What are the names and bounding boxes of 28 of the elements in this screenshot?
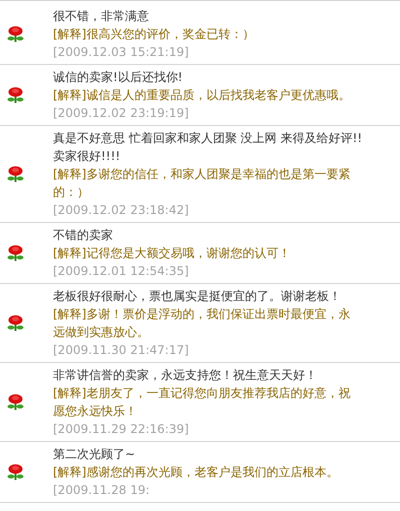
review-comment: 第二次光顾了~ <box>53 446 136 463</box>
seller-reply: [解释]老朋友了，一直记得您向朋友推荐我店的好意，祝愿您永远快乐！ <box>53 385 351 420</box>
review-date: [2009.11.29 22:16:39] <box>53 421 190 438</box>
seller-reply: [解释]感谢您的再次光顾，老客户是我们的立店根本。 <box>53 464 340 481</box>
flower-icon <box>7 166 24 182</box>
review-comment: 不错的卖家 <box>53 227 114 244</box>
flower-icon <box>7 245 24 261</box>
review-date: [2009.11.28 19: <box>53 482 151 499</box>
review-date: [2009.12.02 23:19:19] <box>53 105 190 122</box>
review-comment: 诚信的卖家!以后还找你! <box>53 69 184 86</box>
review-comment: 很不错，非常满意 <box>53 8 150 25</box>
flower-icon <box>7 26 24 42</box>
flower-icon <box>7 464 24 480</box>
seller-reply: [解释]诚信是人的重要品质，以后找我老客户更优惠哦。 <box>53 87 351 104</box>
review-date: [2009.11.30 21:47:17] <box>53 342 190 359</box>
review-comment: 老板很好很耐心，票也属实是挺便宜的了。谢谢老板！ <box>53 288 342 305</box>
seller-reply: [解释]多谢！票价是浮动的，我们保证出票时最便宜，永远做到实惠放心。 <box>53 306 351 341</box>
review-date: [2009.12.03 15:21:19] <box>53 44 190 61</box>
seller-reply: [解释]多谢您的信任，和家人团聚是幸福的也是第一要紧的：） <box>53 166 351 201</box>
flower-icon <box>7 394 24 410</box>
flower-icon <box>7 315 24 331</box>
review-date: [2009.12.01 12:54:35] <box>53 263 190 280</box>
flower-icon <box>7 87 24 103</box>
seller-reply: [解释]很高兴您的评价，奖金已转：） <box>53 26 256 43</box>
review-comment: 非常讲信誉的卖家，永远支持您！祝生意天天好！ <box>53 367 318 384</box>
review-comment: 真是不好意思 忙着回家和家人团聚 没上网 来得及给好评!! 卖家很好!!!! <box>53 130 364 165</box>
review-date: [2009.12.02 23:18:42] <box>53 202 190 219</box>
seller-reply: [解释]记得您是大额交易哦，谢谢您的认可！ <box>53 245 292 262</box>
